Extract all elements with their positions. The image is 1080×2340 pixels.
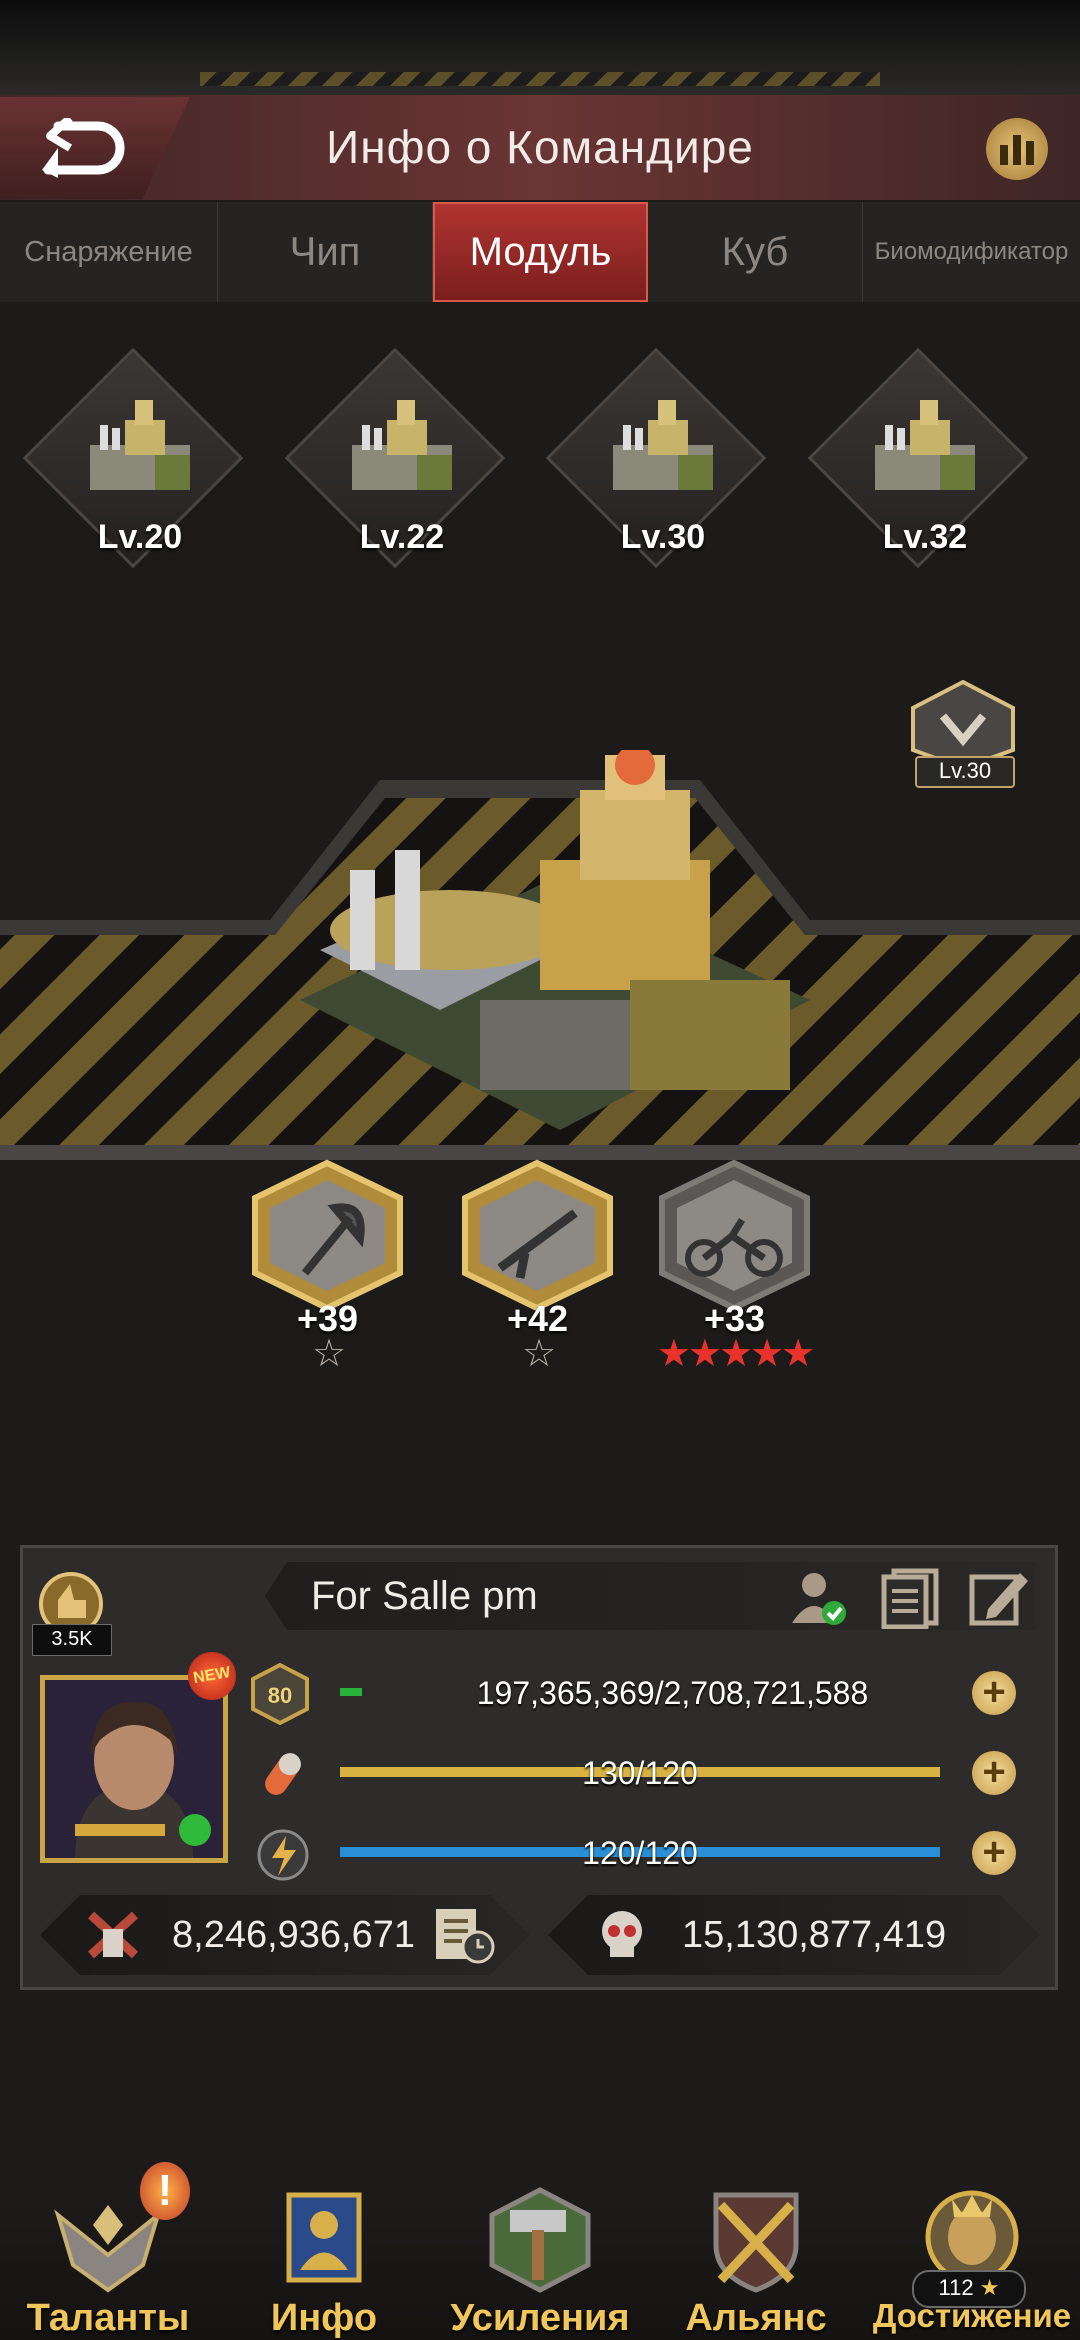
star-rating: ☆ [311,1333,346,1375]
nav-boosts[interactable]: Усиления [432,2185,648,2340]
nav-achievements[interactable]: Достижение [864,2185,1080,2340]
module-level: Lv.32 [882,518,968,556]
player-level: 80 [268,1683,292,1708]
document-icon[interactable] [880,1567,940,1629]
skill-axe[interactable]: +39 ☆ [235,1158,420,1374]
alert-badge: ! [140,2162,190,2220]
commander-portrait-icon [45,1680,223,1858]
add-experience-button[interactable]: + [972,1671,1016,1715]
factory-icon [90,400,190,490]
top-frame [0,0,1080,97]
experience-row: 80 197,365,369/2,708,721,588 + [245,1663,1050,1725]
star-rating: ★★★★★ [656,1333,815,1375]
level-badge-icon: 80 [251,1663,309,1725]
energy-bolt-icon [257,1829,309,1881]
nav-label: Таланты [26,2297,190,2339]
module-level: Lv.20 [97,518,183,556]
stamina-row: 130/120 + [245,1743,1050,1803]
tab-cube[interactable]: Куб [648,202,863,302]
rifle-icon [462,1159,613,1312]
skill-motorcycle[interactable]: +33 ★★★★★ [642,1158,827,1374]
alliance-icon [713,2192,799,2293]
energy-text: 120/120 [582,1835,698,1871]
avatar[interactable] [40,1675,228,1863]
nav-alliance[interactable]: Альянс [648,2185,864,2340]
tab-chip[interactable]: Чип [218,202,433,302]
factory-icon [352,400,452,490]
back-arrow-icon [42,118,125,178]
power-value: 3.5K [32,1624,112,1656]
achievement-count: 112 ★ [912,2270,1026,2308]
losses-value: 15,130,877,419 [682,1914,947,1956]
star-icon: ★ [979,2275,1000,2300]
tab-module[interactable]: Модуль [433,202,648,302]
nav-info[interactable]: Инфо [216,2185,432,2340]
friend-status-icon[interactable] [788,1567,850,1629]
add-stamina-button[interactable]: + [972,1751,1016,1795]
motorcycle-icon [659,1159,810,1312]
module-slot-4[interactable]: Lv.32 [807,347,1029,569]
info-icon [286,2192,362,2283]
axe-icon [252,1159,403,1312]
nav-label: Усиления [450,2297,630,2339]
stamina-pill-icon [265,1753,301,1795]
kills-value: 8,246,936,671 [172,1914,416,1956]
energy-row: 120/120 + [245,1823,1050,1883]
module-slot-3[interactable]: Lv.30 [545,347,767,569]
skill-rifle[interactable]: +42 ☆ [445,1158,630,1374]
report-timer-icon[interactable] [432,1905,498,1965]
page-title: Инфо о Командире [326,121,754,173]
add-energy-button[interactable]: + [972,1831,1016,1875]
losses-stat: 15,130,877,419 [548,1895,1040,1975]
edit-icon[interactable] [968,1565,1030,1627]
tab-equipment[interactable]: Снаряжение [0,202,218,302]
experience-text: 197,365,369/2,708,721,588 [476,1675,869,1711]
player-name: For Salle pm [311,1574,538,1618]
star-rating: ☆ [521,1333,556,1375]
skull-icon [594,1907,650,1963]
nav-label: Инфо [270,2297,378,2339]
nav-label: Альянс [685,2297,827,2339]
bar-chart-icon [1000,145,1008,165]
factory-building-icon [300,750,810,1130]
kills-icon [85,1909,141,1961]
stats-button[interactable] [986,118,1048,180]
module-slot-1[interactable]: Lv.20 [22,347,244,569]
module-rank-level: Lv.30 [915,756,1015,788]
tab-biomodifier[interactable]: Биомодификатор [863,202,1080,302]
module-level: Lv.22 [359,518,445,556]
boost-icon [489,2187,591,2293]
module-level: Lv.30 [620,518,706,556]
module-slot-2[interactable]: Lv.22 [284,347,506,569]
tab-bar: Снаряжение Чип Модуль Куб Биомодификатор [0,202,1080,302]
kills-stat: 8,246,936,671 [40,1895,530,1975]
stamina-text: 130/120 [582,1755,698,1791]
factory-icon [875,400,975,490]
factory-icon [613,400,713,490]
